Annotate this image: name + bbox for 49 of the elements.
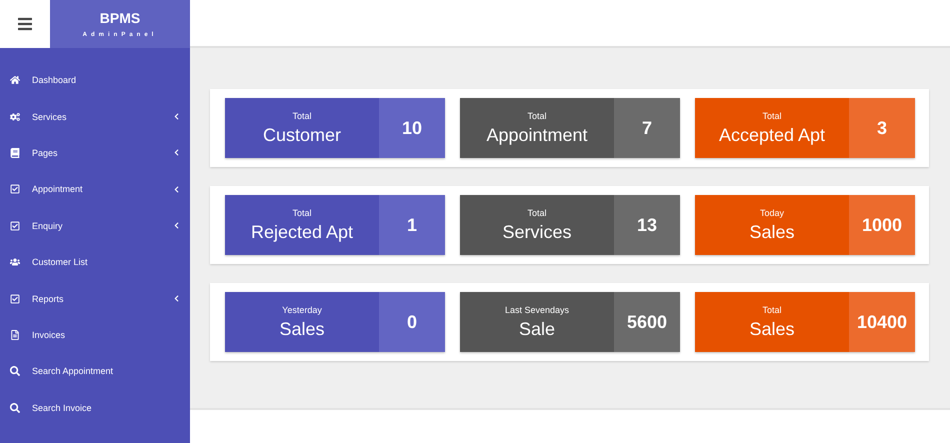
sidebar-item[interactable]: Reports [0,280,190,317]
stat-caption: Total [762,110,782,120]
stat-value: 0 [379,292,445,352]
sidebar-item[interactable]: Search Invoice [0,390,190,426]
brand-title: BPMS [100,10,140,26]
checkbox-icon [10,294,20,304]
sidebar-item[interactable]: Pages [0,134,190,172]
stat-caption: Total [292,110,312,120]
checkbox-icon [10,220,20,231]
sidebar-item[interactable]: Enquiry [0,208,190,244]
sidebar-item[interactable]: Customer List [0,244,190,280]
stat-title: Sale [518,318,556,340]
sidebar-item[interactable]: Appointment [0,171,190,208]
stat-title: Services [502,222,572,242]
stat-value: 5600 [614,292,680,352]
stat-title: Appointment [486,124,588,146]
stat-title: Rejected Apt [250,222,354,242]
sidebar-item[interactable]: Invoices [0,316,190,354]
stat-caption: Total [527,208,546,218]
search-icon [10,366,20,376]
stat-value: 10400 [849,292,915,352]
stat-title: Accepted Apt [718,124,826,146]
stat-value: 13 [614,195,680,255]
home-icon [10,75,20,86]
search-icon [10,402,20,413]
stat-caption: Today [760,208,784,218]
checkbox-icon [10,184,20,194]
stat-title: Sales [749,222,795,242]
stat-value: 10 [379,98,445,158]
sidebar-item[interactable]: Services [0,98,190,135]
stat-caption: Total [527,110,546,120]
users-icon [10,257,20,268]
sidebar-item[interactable]: Search Appointment [0,353,190,390]
stat-caption: Last Sevendays [504,304,570,314]
book-icon [10,148,20,158]
menu-icon [17,16,33,32]
sidebar-item[interactable]: Dashboard [0,62,190,98]
document-icon [10,330,20,340]
stat-value: 7 [614,98,680,158]
stat-caption: Total [292,208,312,218]
stat-caption: Yesterday [282,304,322,314]
stat-caption: Total [762,304,782,314]
stat-value: 3 [849,98,915,158]
stat-title: Sales [279,318,325,340]
stat-value: 1 [379,195,445,255]
gears-icon [10,112,20,122]
stat-title: Sales [749,318,795,340]
stat-title: Customer [262,124,342,146]
stat-value: 1000 [849,195,915,255]
